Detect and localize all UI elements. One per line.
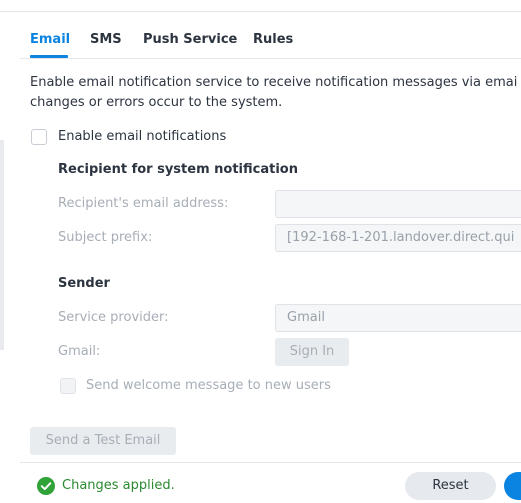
welcome-message-checkbox[interactable] — [60, 378, 76, 394]
gmail-label: Gmail: — [58, 344, 101, 359]
description-line-1: Enable email notification service to rec… — [30, 75, 518, 90]
recipient-email-label: Recipient's email address: — [58, 196, 229, 211]
sender-section-title: Sender — [58, 276, 110, 291]
tab-sms[interactable]: SMS — [90, 32, 122, 47]
footer-divider — [20, 462, 521, 463]
tab-bar: Email SMS Push Service Rules — [20, 22, 521, 59]
sign-in-button[interactable]: Sign In — [275, 338, 349, 366]
subject-prefix-label: Subject prefix: — [58, 230, 153, 245]
tab-email[interactable]: Email — [30, 32, 70, 47]
enable-email-checkbox[interactable] — [31, 129, 47, 145]
recipient-section-title: Recipient for system notification — [58, 162, 298, 177]
subject-prefix-input[interactable]: [192-168-1-201.landover.direct.qui — [275, 224, 521, 252]
top-border — [0, 11, 521, 12]
check-circle-icon — [37, 477, 55, 495]
left-scroll-edge — [0, 140, 4, 350]
recipient-email-input[interactable] — [275, 190, 521, 218]
enable-email-label: Enable email notifications — [58, 129, 227, 144]
service-provider-label: Service provider: — [58, 310, 169, 325]
tab-push-service[interactable]: Push Service — [143, 32, 237, 47]
apply-button[interactable] — [504, 472, 521, 500]
send-test-email-button[interactable]: Send a Test Email — [30, 427, 176, 455]
tab-rules[interactable]: Rules — [253, 32, 293, 47]
description-text: Enable email notification service to rec… — [30, 73, 521, 113]
description-line-2: changes or errors occur to the system. — [30, 95, 283, 110]
active-tab-indicator — [30, 55, 68, 58]
service-provider-select[interactable]: Gmail — [275, 304, 521, 332]
welcome-message-label: Send welcome message to new users — [86, 378, 331, 393]
reset-button[interactable]: Reset — [405, 472, 496, 500]
status-message: Changes applied. — [62, 478, 175, 493]
